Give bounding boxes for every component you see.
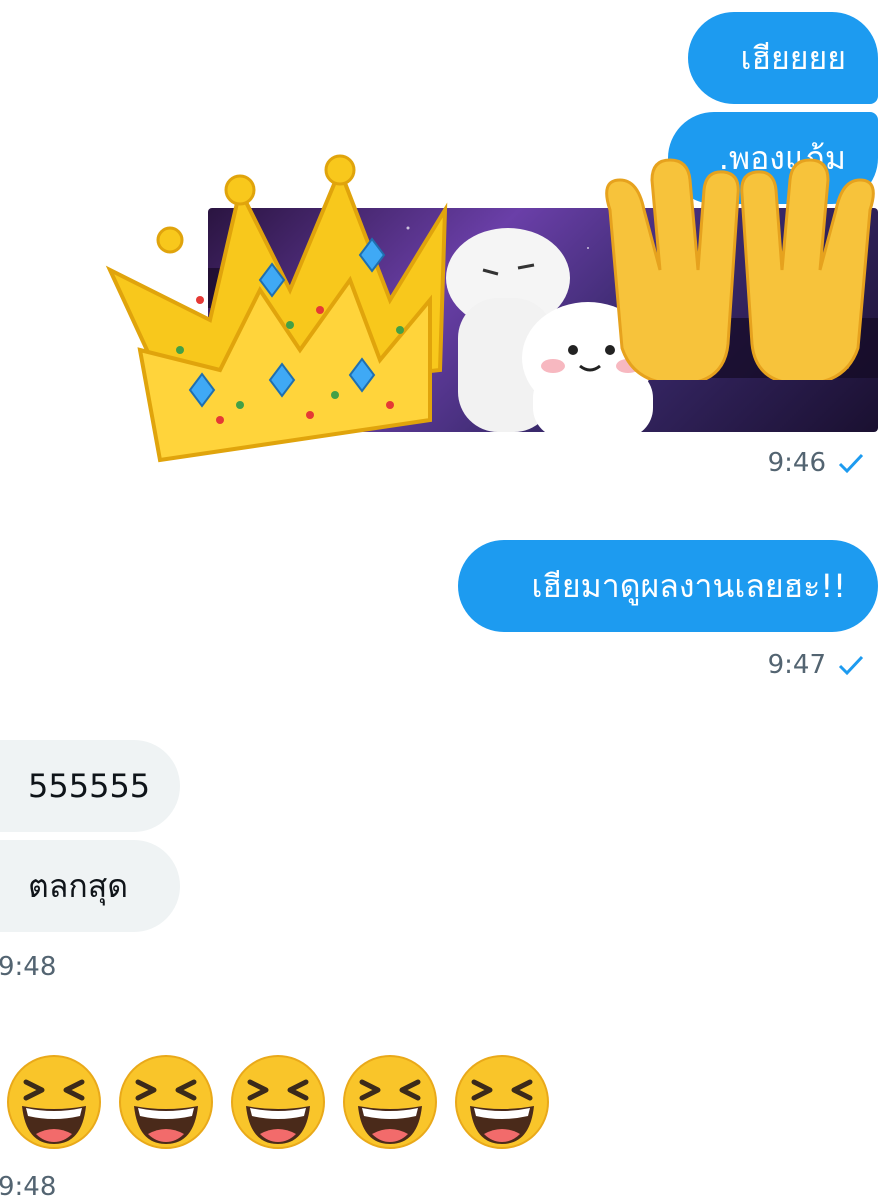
timestamp-text: 9:46 bbox=[767, 448, 826, 478]
timestamp-1: 9:46 bbox=[768, 448, 864, 478]
timestamp-text: 9:47 bbox=[767, 650, 826, 680]
message-text: ตลกสุด bbox=[28, 867, 129, 905]
timestamp-2: 9:47 bbox=[768, 650, 864, 680]
timestamp-text: 9:48 bbox=[0, 1172, 57, 1200]
laughing-face-icon bbox=[7, 1055, 101, 1149]
check-icon bbox=[838, 452, 864, 474]
timestamp-4: 9:48 bbox=[0, 1172, 56, 1200]
message-text: เฮียมาดูผลงานเลยฮะ!! bbox=[531, 567, 846, 605]
outgoing-message-1[interactable]: เฮียยยย bbox=[688, 12, 878, 104]
crown-icon bbox=[105, 154, 448, 463]
emoji-message[interactable] bbox=[4, 1052, 552, 1152]
check-icon bbox=[838, 654, 864, 676]
laughing-face-icon bbox=[455, 1055, 549, 1149]
outgoing-message-3[interactable]: เฮียมาดูผลงานเลยฮะ!! bbox=[458, 540, 878, 632]
message-text: เฮียยยย bbox=[740, 39, 846, 77]
incoming-message-2[interactable]: ตลกสุด bbox=[0, 840, 180, 932]
incoming-message-1[interactable]: 555555 bbox=[0, 740, 180, 832]
laughing-face-icon bbox=[343, 1055, 437, 1149]
laughing-face-icon bbox=[231, 1055, 325, 1149]
timestamp-3: 9:48 bbox=[0, 952, 56, 982]
laughing-face-icon bbox=[119, 1055, 213, 1149]
raised-hands-icon bbox=[605, 158, 875, 380]
conversation: เฮียยยย .พองแก้ม 9:46 เฮียมาดูผลงานเลยฮะ… bbox=[0, 0, 892, 1200]
message-text: 555555 bbox=[28, 767, 151, 805]
timestamp-text: 9:48 bbox=[0, 952, 57, 982]
